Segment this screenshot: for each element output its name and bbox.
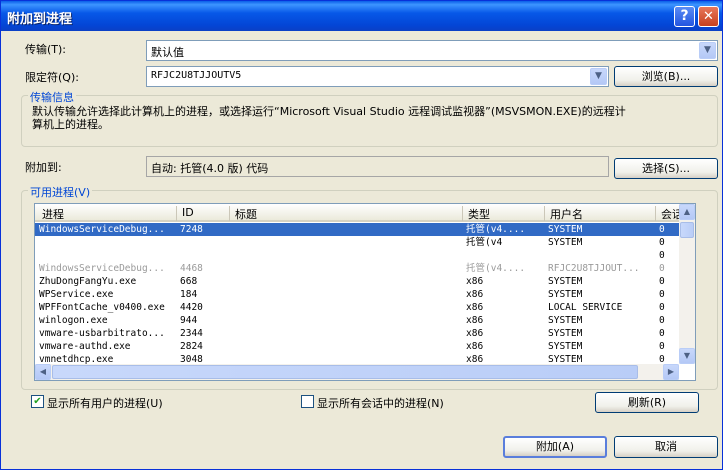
column-type[interactable]: 类型 [462, 206, 490, 221]
table-cell-type: x86 [466, 289, 484, 300]
scroll-down-icon[interactable]: ▼ [679, 348, 695, 364]
attach-to-field: 自动: 托管(4.0 版) 代码 [146, 156, 609, 177]
table-cell-session: 0 [659, 224, 665, 235]
table-cell-type: x86 [466, 328, 484, 339]
table-cell-user: SYSTEM [548, 276, 583, 287]
transport-info-text-2: 算机上的进程。 [32, 118, 109, 131]
table-cell-process: WindowsServiceDebug... [39, 224, 165, 235]
table-cell-type: x86 [466, 315, 484, 326]
table-row[interactable]: WPFFontCache_v0400.exe 4420 x86 LOCAL SERVI… [35, 301, 679, 314]
table-cell-session: 0 [659, 302, 665, 313]
all-sessions-label[interactable]: 显示所有会话中的进程(N) [317, 395, 444, 411]
column-process[interactable]: 进程 [37, 206, 64, 221]
table-cell-id: 7248 [180, 224, 203, 235]
attach-to-process-dialog: 附加到进程 ? ✕ 传输(T): 默认值 ▼ 限定符(Q): RFJC2U8TJ… [0, 0, 723, 470]
table-cell-process: WPService.exe [39, 289, 114, 300]
table-row[interactable]: 0 [35, 249, 679, 262]
browse-button[interactable]: 浏览(B)... [614, 66, 718, 87]
table-cell-type: x86 [466, 302, 484, 313]
process-rows: WindowsServiceDebug... 7248 托管(v4.... SYSTE… [35, 223, 679, 366]
scroll-up-icon[interactable]: ▲ [679, 204, 695, 220]
table-cell-user: SYSTEM [548, 341, 583, 352]
transport-dropdown[interactable]: 默认值 ▼ [146, 40, 718, 61]
vertical-scrollbar[interactable]: ▲ ▼ [679, 204, 695, 364]
table-cell-id: 4468 [180, 263, 203, 274]
title-bar[interactable]: 附加到进程 ? ✕ [1, 1, 722, 31]
window-title: 附加到进程 [7, 12, 73, 27]
table-cell-process: ZhuDongFangYu.exe [39, 276, 137, 287]
table-cell-user: SYSTEM [548, 224, 583, 235]
qualifier-value: RFJC2U8TJJOUTV5 [151, 70, 242, 81]
table-cell-user: SYSTEM [548, 315, 583, 326]
horizontal-scrollbar[interactable]: ◀ ▶ [35, 364, 679, 380]
scroll-right-icon[interactable]: ▶ [663, 364, 679, 380]
table-cell-id: 944 [180, 315, 198, 326]
table-cell-user: LOCAL SERVICE [548, 302, 623, 313]
attach-button[interactable]: 附加(A) [503, 436, 607, 458]
qualifier-label: 限定符(Q): [25, 71, 79, 84]
scroll-left-icon[interactable]: ◀ [35, 364, 51, 380]
process-list-header: 进程 ID 标题 类型 用户名 会话 [35, 204, 683, 222]
table-cell-type: 托管(v4 [466, 237, 503, 248]
table-cell-type: 托管(v4.... [466, 224, 526, 235]
attach-to-value: 自动: 托管(4.0 版) 代码 [151, 162, 269, 175]
table-cell-session: 0 [659, 276, 665, 287]
cancel-button[interactable]: 取消 [614, 436, 718, 458]
table-cell-id: 4420 [180, 302, 203, 313]
table-cell-user: SYSTEM [548, 328, 583, 339]
select-button[interactable]: 选择(S)... [614, 158, 718, 179]
table-cell-user: RFJC2U8TJJOUT... [548, 263, 640, 274]
chevron-down-icon[interactable]: ▼ [590, 68, 607, 85]
available-processes-title: 可用进程(V) [28, 184, 93, 200]
all-sessions-checkbox[interactable] [301, 395, 314, 408]
table-row[interactable]: 托管(v4 SYSTEM 0 [35, 236, 679, 249]
table-cell-session: 0 [659, 341, 665, 352]
table-cell-session: 0 [659, 328, 665, 339]
refresh-button[interactable]: 刷新(R) [595, 392, 699, 413]
table-cell-session: 0 [659, 237, 665, 248]
all-users-checkbox[interactable]: ✔ [31, 395, 44, 408]
column-username[interactable]: 用户名 [544, 206, 583, 221]
table-row[interactable]: vmware-usbarbitrato... 2344 x86 SYSTEM 0 [35, 327, 679, 340]
table-cell-process: vmware-usbarbitrato... [39, 328, 165, 339]
table-row[interactable]: WindowsServiceDebug... 4468 托管(v4.... RFJC2… [35, 262, 679, 275]
table-cell-type: x86 [466, 276, 484, 287]
table-row[interactable]: winlogon.exe 944 x86 SYSTEM 0 [35, 314, 679, 327]
column-id[interactable]: ID [176, 206, 194, 221]
table-row[interactable]: WindowsServiceDebug... 7248 托管(v4.... SYSTE… [35, 223, 679, 236]
table-row[interactable]: vmware-authd.exe 2824 x86 SYSTEM 0 [35, 340, 679, 353]
table-cell-id: 668 [180, 276, 198, 287]
process-list[interactable]: 进程 ID 标题 类型 用户名 会话 WindowsServiceDebug..… [34, 203, 696, 381]
chevron-down-icon[interactable]: ▼ [699, 42, 716, 59]
all-users-label[interactable]: 显示所有用户的进程(U) [47, 395, 163, 411]
table-cell-id: 2824 [180, 341, 203, 352]
table-cell-session: 0 [659, 263, 665, 274]
help-button[interactable]: ? [674, 6, 695, 27]
table-cell-process: vmware-authd.exe [39, 341, 131, 352]
table-cell-session: 0 [659, 315, 665, 326]
table-cell-process: winlogon.exe [39, 315, 108, 326]
transport-info-group: 传输信息 默认传输允许选择此计算机上的进程，或选择运行“Microsoft Vi… [21, 89, 718, 147]
table-row[interactable]: ZhuDongFangYu.exe 668 x86 SYSTEM 0 [35, 275, 679, 288]
vertical-scroll-thumb[interactable] [680, 222, 694, 238]
table-cell-process: WindowsServiceDebug... [39, 263, 165, 274]
table-cell-session: 0 [659, 250, 665, 261]
transport-info-text-1: 默认传输允许选择此计算机上的进程，或选择运行“Microsoft Visual … [32, 105, 626, 118]
table-row[interactable]: WPService.exe 184 x86 SYSTEM 0 [35, 288, 679, 301]
table-cell-user: SYSTEM [548, 237, 583, 248]
qualifier-combobox[interactable]: RFJC2U8TJJOUTV5 ▼ [146, 66, 609, 87]
table-cell-session: 0 [659, 289, 665, 300]
table-cell-id: 184 [180, 289, 198, 300]
column-title[interactable]: 标题 [229, 206, 257, 221]
transport-value: 默认值 [151, 46, 184, 59]
table-cell-user: SYSTEM [548, 289, 583, 300]
attach-to-label: 附加到: [25, 161, 62, 174]
close-button[interactable]: ✕ [698, 6, 719, 27]
table-cell-process: WPFFontCache_v0400.exe [39, 302, 165, 313]
horizontal-scroll-thumb[interactable] [52, 365, 638, 379]
transport-label: 传输(T): [25, 43, 67, 56]
table-cell-type: x86 [466, 341, 484, 352]
table-cell-id: 2344 [180, 328, 203, 339]
table-cell-type: 托管(v4.... [466, 263, 526, 274]
